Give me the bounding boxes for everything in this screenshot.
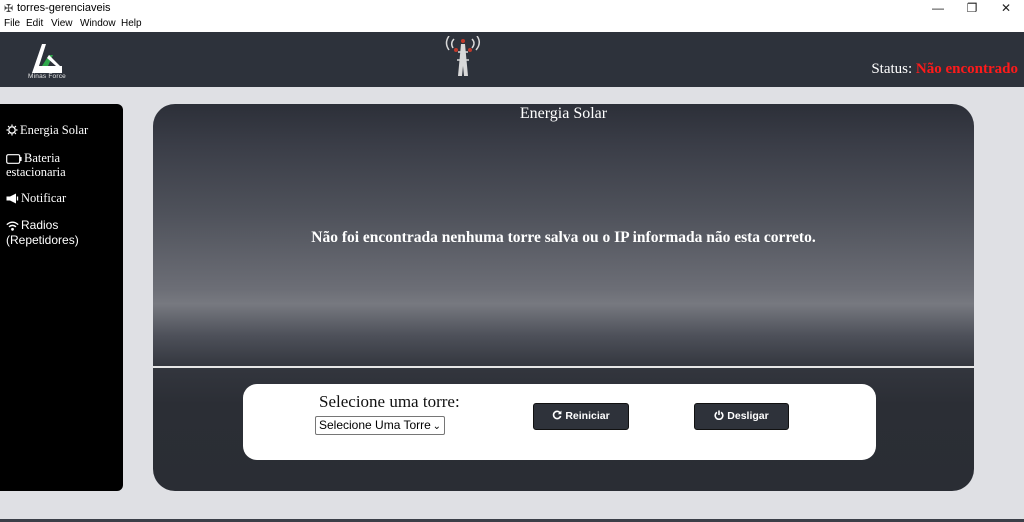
divider xyxy=(153,366,974,368)
sidebar-item-label: Notificar xyxy=(21,191,67,205)
shutdown-button[interactable]: Desligar xyxy=(694,403,789,430)
megaphone-icon xyxy=(6,193,19,204)
menu-bar: File Edit View Window Help xyxy=(0,17,1024,32)
sun-icon xyxy=(6,124,18,136)
tower-select[interactable]: Selecione Uma Torre ⌄ xyxy=(315,416,445,435)
app-icon: ✠ xyxy=(4,3,14,15)
not-found-message: Não foi encontrada nenhuma torre salva o… xyxy=(311,229,816,246)
status-value: Não encontrado xyxy=(915,61,1018,77)
sidebar-item-bateria[interactable]: Bateria estacionaria xyxy=(6,151,116,179)
sidebar-item-energia-solar[interactable]: Energia Solar xyxy=(6,123,88,137)
menu-window[interactable]: Window xyxy=(80,18,116,29)
main-panel: Energia Solar Não foi encontrada nenhuma… xyxy=(153,104,974,491)
menu-help[interactable]: Help xyxy=(121,18,142,29)
app-header: Minas Force Status: Não encontrado xyxy=(0,32,1024,87)
page-title: Energia Solar xyxy=(519,105,608,122)
sidebar-item-notificar[interactable]: Notificar xyxy=(6,191,66,205)
restart-label: Reiniciar xyxy=(565,410,610,422)
status-label: Status: xyxy=(871,61,913,77)
logo-text: Minas Force xyxy=(28,73,66,80)
status-indicator: Status: Não encontrado xyxy=(871,61,1018,78)
sidebar-item-radios[interactable]: Radios (Repetidores) xyxy=(6,218,116,248)
tower-icon xyxy=(445,36,480,76)
sidebar-item-label: Energia Solar xyxy=(20,123,89,137)
select-tower-label: Selecione uma torre: xyxy=(319,392,460,411)
refresh-icon xyxy=(553,410,562,420)
sidebar: Energia Solar Bateria estacionaria Notif… xyxy=(0,104,123,491)
close-button[interactable]: ✕ xyxy=(989,0,1023,17)
menu-edit[interactable]: Edit xyxy=(26,18,43,29)
tower-select-value: Selecione Uma Torre xyxy=(319,418,431,432)
battery-icon xyxy=(6,154,22,164)
power-icon xyxy=(714,410,724,421)
controls-card: Selecione uma torre: Selecione Uma Torre… xyxy=(243,384,876,460)
minimize-button[interactable]: — xyxy=(921,0,955,17)
window-titlebar: ✠ torres-gerenciaveis — ❐ ✕ xyxy=(0,0,1024,17)
restart-button[interactable]: Reiniciar xyxy=(533,403,629,430)
menu-file[interactable]: File xyxy=(4,18,20,29)
chevron-down-icon: ⌄ xyxy=(432,421,441,432)
menu-view[interactable]: View xyxy=(51,18,73,29)
wifi-icon xyxy=(6,221,19,231)
shutdown-label: Desligar xyxy=(727,410,769,422)
window-title: torres-gerenciaveis xyxy=(17,2,111,14)
maximize-button[interactable]: ❐ xyxy=(955,0,989,17)
